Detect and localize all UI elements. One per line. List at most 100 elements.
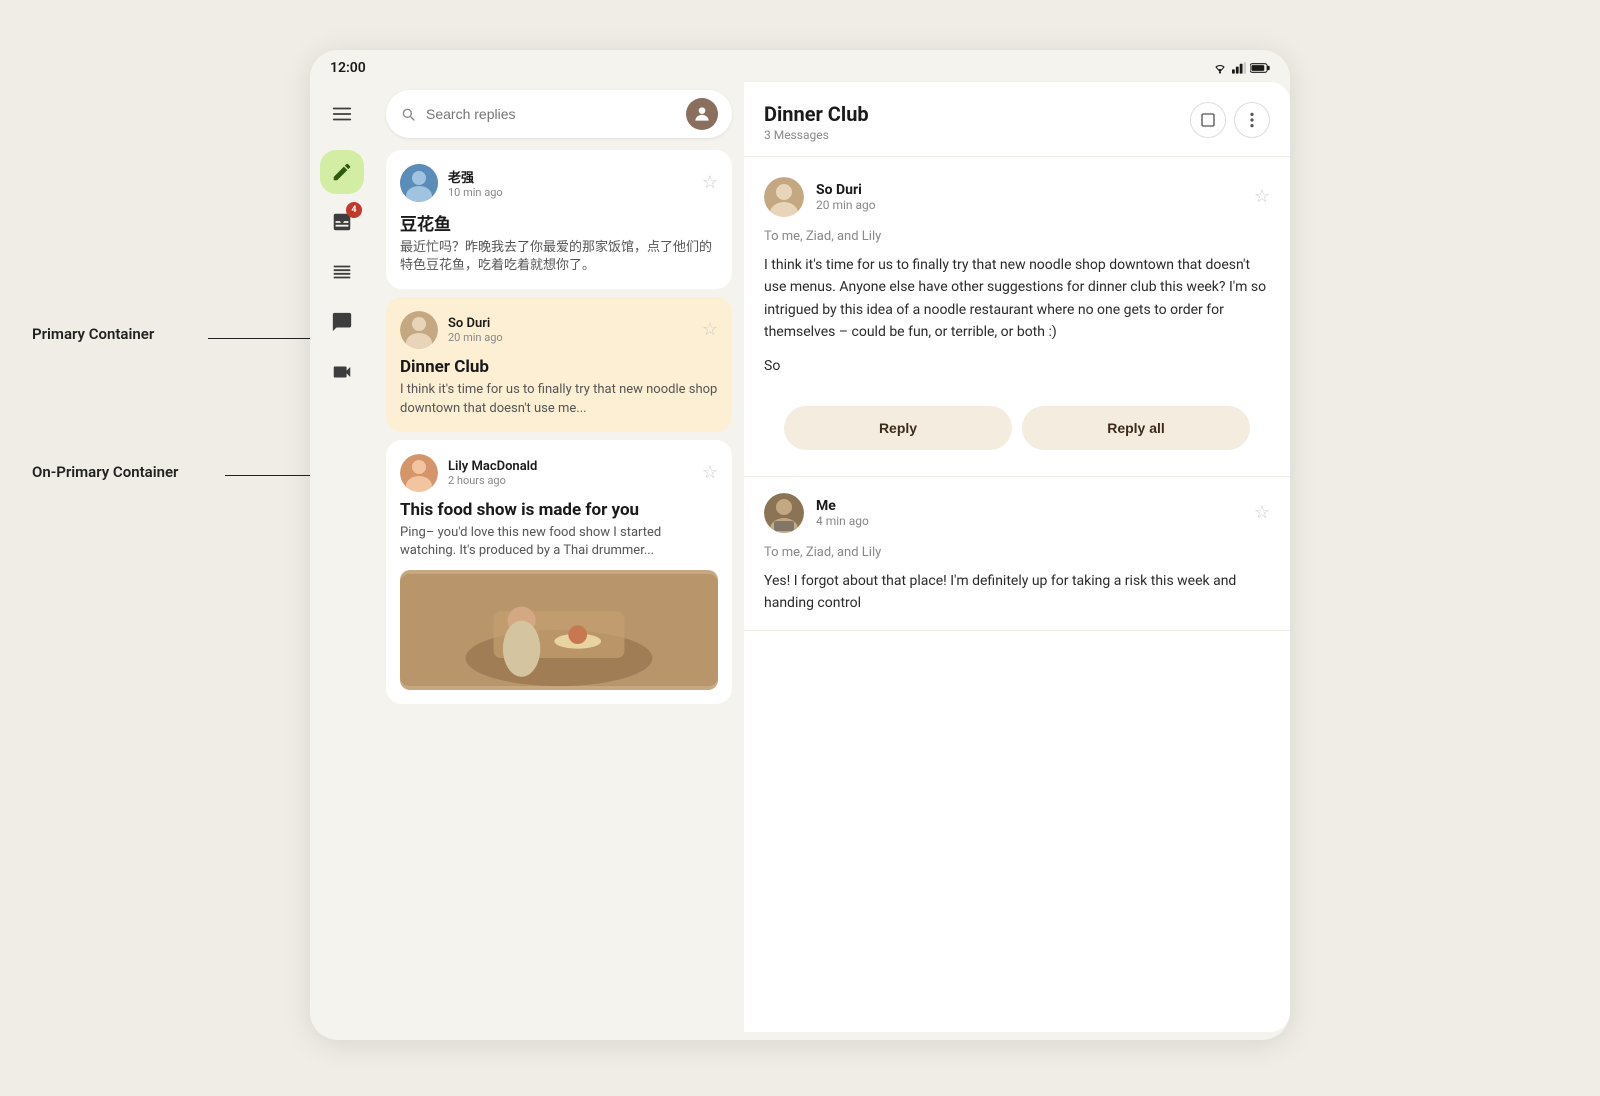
main-layout: 4 (310, 82, 1290, 1032)
detail-title-block: Dinner Club 3 Messages (764, 102, 1180, 142)
sender-block-2: Me 4 min ago (816, 498, 1242, 528)
star-3[interactable]: ☆ (702, 464, 718, 482)
avatar-3 (400, 454, 438, 492)
sender-1: 老强 (448, 167, 692, 186)
nav-menu[interactable] (320, 92, 364, 136)
search-bar[interactable] (386, 90, 732, 138)
page-wrapper: Primary Container On-Primary Container 1… (0, 0, 1600, 1096)
msg-star-1[interactable]: ☆ (1254, 188, 1270, 206)
msg-to-2: To me, Ziad, and Lily (764, 545, 1270, 560)
more-vert-icon (1250, 112, 1254, 128)
search-input[interactable] (426, 106, 676, 122)
user-icon (692, 104, 712, 124)
list-icon (331, 261, 353, 283)
email-meta-1: 老强 10 min ago (448, 167, 692, 199)
preview-2: I think it's time for us to finally try … (400, 381, 718, 417)
msg-time-1: 20 min ago (816, 198, 1242, 212)
message-list: So Duri 20 min ago ☆ To me, Ziad, and Li… (744, 157, 1290, 1032)
msg-avatar-img-1 (764, 177, 804, 217)
nav-compose[interactable] (320, 150, 364, 194)
square-icon (1200, 112, 1216, 128)
status-time: 12:00 (330, 60, 366, 76)
email-header-2: So Duri 20 min ago ☆ (400, 311, 718, 349)
status-icons (1212, 62, 1270, 74)
msg-star-2[interactable]: ☆ (1254, 504, 1270, 522)
email-image-3 (400, 570, 718, 690)
inbox-badge: 4 (346, 202, 362, 218)
detail-actions (1190, 102, 1270, 138)
avatar-img-2 (400, 311, 438, 349)
search-icon (400, 106, 416, 122)
annotation-line-primary (208, 338, 316, 339)
sender-3: Lily MacDonald (448, 459, 692, 474)
sender-block-1: So Duri 20 min ago (816, 182, 1242, 212)
annotation-primary-container: Primary Container (32, 325, 154, 343)
subject-3: This food show is made for you (400, 500, 718, 520)
messages-count: 3 Messages (764, 128, 1180, 142)
detail-square-btn[interactable] (1190, 102, 1226, 138)
detail-more-btn[interactable] (1234, 102, 1270, 138)
email-list-panel: 老强 10 min ago ☆ 豆花鱼 最近忙吗？昨晚我去了你最爱的那家饭馆，点… (374, 82, 744, 1032)
email-meta-2: So Duri 20 min ago (448, 316, 692, 344)
email-header-3: Lily MacDonald 2 hours ago ☆ (400, 454, 718, 492)
time-1: 10 min ago (448, 186, 692, 199)
msg-sender-1: So Duri (816, 182, 1242, 198)
email-meta-3: Lily MacDonald 2 hours ago (448, 459, 692, 487)
avatar-img-1 (400, 164, 438, 202)
detail-subject: Dinner Club (764, 102, 1180, 126)
email-item-1[interactable]: 老强 10 min ago ☆ 豆花鱼 最近忙吗？昨晚我去了你最爱的那家饭馆，点… (386, 150, 732, 289)
email-item-3[interactable]: Lily MacDonald 2 hours ago ☆ This food s… (386, 440, 732, 704)
message-header-2: Me 4 min ago ☆ (764, 493, 1270, 533)
nav-sidebar: 4 (310, 82, 374, 1032)
message-avatar-2 (764, 493, 804, 533)
msg-to-1: To me, Ziad, and Lily (764, 229, 1270, 244)
annotation-on-primary: On-Primary Container (32, 463, 178, 481)
msg-sender-2: Me (816, 498, 1242, 514)
sender-2: So Duri (448, 316, 692, 331)
reply-actions: Reply Reply all (764, 390, 1270, 466)
msg-body-1: I think it's time for us to finally try … (764, 254, 1270, 344)
signal-icon (1232, 62, 1246, 74)
msg-body-2: Yes! I forgot about that place! I'm defi… (764, 570, 1270, 615)
message-avatar-1 (764, 177, 804, 217)
email-detail-panel: Dinner Club 3 Messages (744, 82, 1290, 1032)
avatar-img-3 (400, 454, 438, 492)
email-header-1: 老强 10 min ago ☆ (400, 164, 718, 202)
time-2: 20 min ago (448, 331, 692, 344)
msg-avatar-img-2 (764, 493, 804, 533)
reply-all-button[interactable]: Reply all (1022, 406, 1250, 450)
subject-1: 豆花鱼 (400, 210, 718, 235)
reply-button[interactable]: Reply (784, 406, 1012, 450)
email-item-2[interactable]: So Duri 20 min ago ☆ Dinner Club I think… (386, 297, 732, 431)
annotation-line-on-primary (225, 475, 316, 476)
battery-icon (1250, 62, 1270, 74)
user-avatar[interactable] (686, 98, 718, 130)
nav-chat[interactable] (320, 300, 364, 344)
video-icon (331, 361, 353, 383)
preview-1: 最近忙吗？昨晚我去了你最爱的那家饭馆，点了他们的特色豆花鱼，吃着吃着就想你了。 (400, 239, 718, 275)
msg-time-2: 4 min ago (816, 514, 1242, 528)
preview-3: Ping– you'd love this new food show I st… (400, 524, 718, 560)
nav-list[interactable] (320, 250, 364, 294)
message-1: So Duri 20 min ago ☆ To me, Ziad, and Li… (744, 157, 1290, 477)
email-list: 老强 10 min ago ☆ 豆花鱼 最近忙吗？昨晚我去了你最爱的那家饭馆，点… (374, 150, 744, 1032)
chat-icon (331, 311, 353, 333)
detail-header: Dinner Club 3 Messages (744, 82, 1290, 157)
email-thumbnail-3 (400, 570, 718, 690)
msg-sig-1: So (764, 358, 1270, 374)
phone-frame: 12:00 (310, 50, 1290, 1040)
wifi-icon (1212, 62, 1228, 74)
status-bar: 12:00 (310, 50, 1290, 82)
message-header-1: So Duri 20 min ago ☆ (764, 177, 1270, 217)
avatar-1 (400, 164, 438, 202)
star-1[interactable]: ☆ (702, 174, 718, 192)
subject-2: Dinner Club (400, 357, 718, 377)
nav-video[interactable] (320, 350, 364, 394)
compose-icon (331, 161, 353, 183)
message-2[interactable]: Me 4 min ago ☆ To me, Ziad, and Lily Yes… (744, 477, 1290, 632)
menu-icon (331, 103, 353, 125)
nav-inbox[interactable]: 4 (320, 200, 364, 244)
avatar-2 (400, 311, 438, 349)
star-2[interactable]: ☆ (702, 321, 718, 339)
time-3: 2 hours ago (448, 474, 692, 487)
